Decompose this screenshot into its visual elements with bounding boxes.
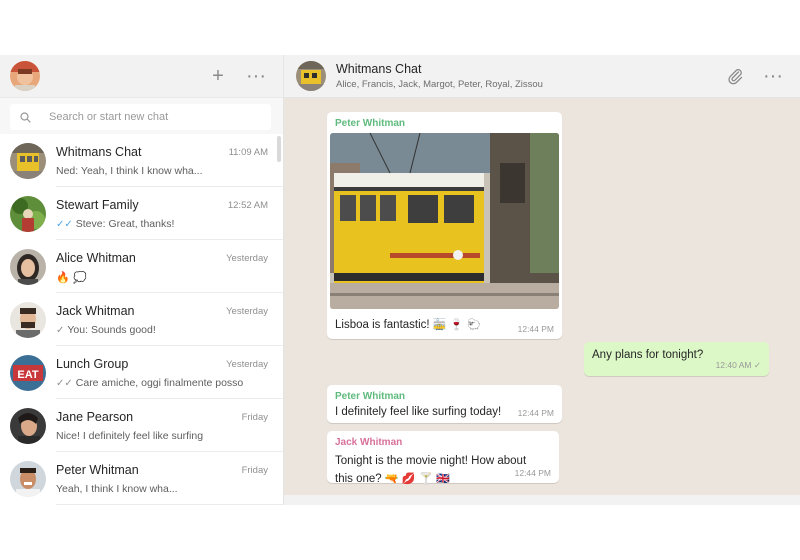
- chat-list-scrollbar[interactable]: [277, 136, 281, 162]
- chat-item-jack-whitman[interactable]: Jack Whitman Yesterday ✓ You: Sounds good…: [0, 293, 283, 346]
- conversation-header[interactable]: Whitmans Chat Alice, Francis, Jack, Marg…: [284, 55, 800, 98]
- chat-item-stewart-family[interactable]: Stewart Family 12:52 AM ✓✓ Steve: Great, …: [0, 187, 283, 240]
- woman-avatar: [10, 248, 46, 285]
- chat-time: Yesterday: [226, 253, 268, 264]
- chat-preview: Steve: Great, thanks!: [75, 218, 175, 230]
- search-input[interactable]: [49, 111, 249, 123]
- message-sender: Peter Whitman: [335, 118, 406, 129]
- chat-item-peter-whitman[interactable]: Peter Whitman Friday Yeah, I think I kno…: [0, 452, 283, 505]
- man-beard-avatar: [10, 301, 46, 338]
- conversation-participants: Alice, Francis, Jack, Margot, Peter, Roy…: [336, 79, 543, 90]
- chat-time: 11:09 AM: [228, 147, 268, 158]
- whatsapp-window: + ··· Whitmans Chat 11:09 AM: [0, 55, 800, 505]
- chat-item-jane-pearson[interactable]: Jane Pearson Friday Nice! I definitely f…: [0, 399, 283, 452]
- paperclip-icon[interactable]: [720, 67, 750, 85]
- message-time: 12:44 PM: [517, 324, 554, 334]
- sent-tick-icon: ✓: [753, 360, 761, 370]
- message-bubble-outgoing[interactable]: Any plans for tonight? 12:40 AM ✓: [584, 342, 769, 376]
- search-box: [10, 104, 271, 130]
- peter-avatar: [10, 460, 46, 497]
- group-avatar[interactable]: [296, 61, 326, 91]
- message-list: Peter Whitman Lisboa is fantastic! 🚋 🍷 🐑…: [284, 98, 800, 505]
- chat-time: Friday: [241, 412, 268, 423]
- message-bubble-incoming[interactable]: Jack Whitman Tonight is the movie night!…: [327, 431, 559, 485]
- message-sender: Jack Whitman: [335, 437, 403, 448]
- message-time: 12:44 PM: [517, 408, 554, 418]
- sidebar-header: + ···: [0, 55, 283, 98]
- chat-item-lunch-group[interactable]: EAT Lunch Group Yesterday ✓✓ Care amiche,…: [0, 346, 283, 399]
- my-profile-avatar[interactable]: [10, 61, 40, 91]
- chat-name: Peter Whitman: [56, 463, 139, 477]
- chat-time: Friday: [241, 465, 268, 476]
- message-text: Lisboa is fantastic!: [335, 319, 430, 331]
- delivered-ticks-icon: ✓✓: [56, 377, 73, 389]
- chat-time: Yesterday: [226, 359, 268, 370]
- sent-tick-icon: ✓: [56, 324, 65, 336]
- tram-avatar: [10, 142, 46, 179]
- search-icon: [20, 111, 31, 123]
- message-bubble-incoming[interactable]: Peter Whitman I definitely feel like sur…: [327, 385, 562, 423]
- message-time-block: 12:40 AM ✓: [716, 360, 761, 371]
- conversation-pane: Whitmans Chat Alice, Francis, Jack, Marg…: [284, 55, 800, 505]
- composer-bar-edge: [284, 495, 800, 505]
- conversation-title: Whitmans Chat: [336, 62, 422, 76]
- jane-avatar: [10, 407, 46, 444]
- garden-avatar: [10, 195, 46, 232]
- chat-preview: Care amiche, oggi finalmente posso: [75, 377, 244, 389]
- message-bubble-photo[interactable]: Peter Whitman Lisboa is fantastic! 🚋 🍷 🐑…: [327, 112, 562, 339]
- yellow-tram-photo[interactable]: [330, 133, 559, 309]
- search-bar: [0, 98, 283, 134]
- chat-time: 12:52 AM: [227, 200, 268, 211]
- message-emoji: 🚋 🍷 🐑: [432, 318, 481, 331]
- chat-preview: 🔥 💭: [56, 271, 87, 284]
- chat-name: Jane Pearson: [56, 410, 134, 424]
- new-chat-plus-icon[interactable]: +: [203, 65, 233, 88]
- message-sender: Peter Whitman: [335, 391, 406, 402]
- chat-preview: Ned: Yeah, I think I know wha...: [56, 165, 203, 177]
- chat-preview: Yeah, I think I know wha...: [56, 483, 178, 495]
- chat-time: Yesterday: [226, 306, 268, 317]
- conversation-menu-icon[interactable]: ···: [758, 65, 788, 88]
- sidebar: + ··· Whitmans Chat 11:09 AM: [0, 55, 284, 505]
- chat-preview: You: Sounds good!: [67, 324, 156, 336]
- sidebar-menu-icon[interactable]: ···: [241, 65, 271, 88]
- message-time: 12:40 AM: [715, 360, 752, 370]
- message-time: 12:44 PM: [514, 468, 551, 478]
- chat-list: Whitmans Chat 11:09 AM Ned: Yeah, I thin…: [0, 134, 283, 505]
- chat-item-alice-whitman[interactable]: Alice Whitman Yesterday 🔥 💭: [0, 240, 283, 293]
- chat-item-whitmans-chat[interactable]: Whitmans Chat 11:09 AM Ned: Yeah, I thin…: [0, 134, 283, 187]
- read-ticks-icon: ✓✓: [56, 218, 73, 230]
- conversation-title-block: Whitmans Chat Alice, Francis, Jack, Marg…: [336, 62, 543, 90]
- message-emoji: 🔫 💋 🍸 🇬🇧: [384, 472, 450, 485]
- svg-text:EAT: EAT: [17, 369, 38, 381]
- chat-preview: Nice! I definitely feel like surfing: [56, 430, 204, 442]
- eat-sign-avatar: EAT: [10, 354, 46, 391]
